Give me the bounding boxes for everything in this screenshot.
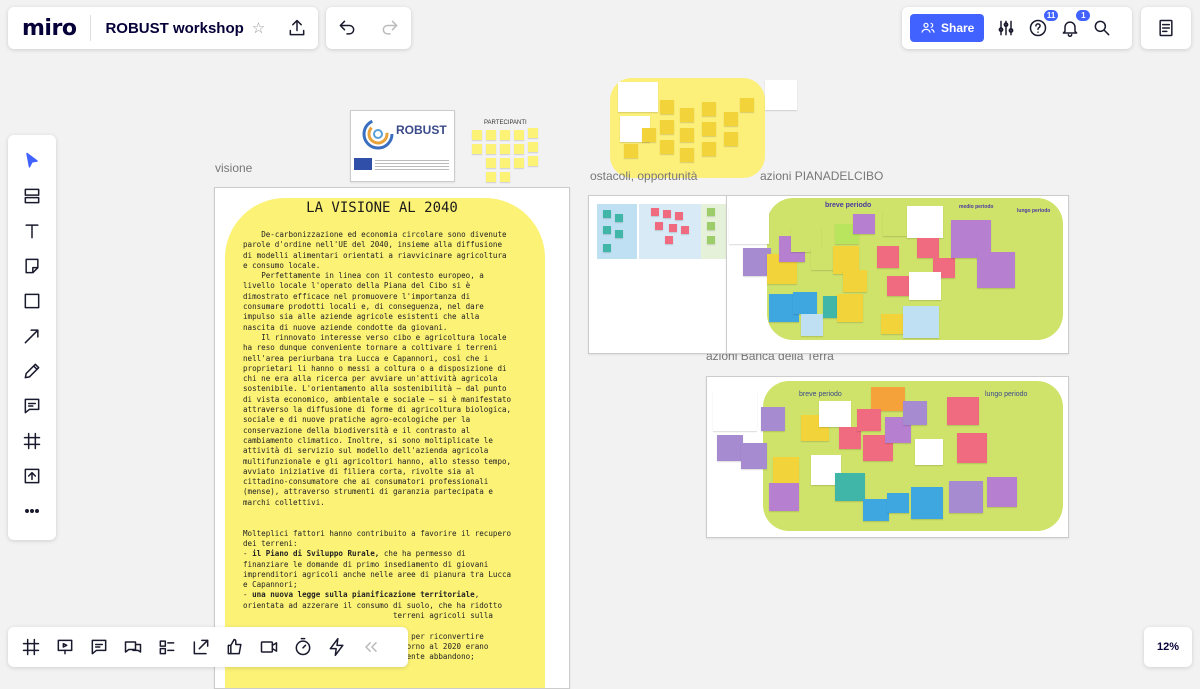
- more-tools-button[interactable]: [16, 495, 48, 527]
- sliders-icon: [998, 20, 1014, 36]
- people-icon: [921, 22, 935, 33]
- upload-icon: [289, 19, 305, 36]
- comments-button[interactable]: [82, 631, 116, 663]
- document-icon: [1159, 19, 1173, 37]
- divider: [90, 15, 92, 41]
- square-icon: [24, 293, 40, 309]
- text-icon: [25, 224, 39, 239]
- lightning-icon: [329, 637, 344, 657]
- comment-icon: [24, 398, 40, 414]
- presentation-button[interactable]: [48, 631, 82, 663]
- text-tool[interactable]: [16, 215, 48, 247]
- more-icon: [25, 509, 39, 513]
- collaboration-panel: Share 11 1: [902, 7, 1132, 49]
- chevrons-left-icon: [365, 642, 377, 652]
- eu-flag-icon: [354, 158, 372, 170]
- timer-button[interactable]: [286, 631, 320, 663]
- white-note[interactable]: [765, 80, 797, 110]
- creation-toolbar: [8, 135, 56, 540]
- question-icon: [1030, 19, 1047, 37]
- card-icon: [159, 640, 175, 655]
- banca-breve-periodo: breve periodo: [799, 391, 842, 398]
- templates-icon: [24, 188, 40, 204]
- shape-tool[interactable]: [16, 285, 48, 317]
- banca-frame[interactable]: breve periodo lungo periodo: [706, 376, 1069, 538]
- voting-button[interactable]: [218, 631, 252, 663]
- redo-button[interactable]: [374, 12, 406, 44]
- pdc-breve-periodo: breve periodo: [825, 202, 872, 209]
- search-icon: [1094, 20, 1110, 36]
- arrow-icon: [24, 329, 39, 344]
- redo-icon: [382, 20, 398, 35]
- banca-lungo-periodo: lungo periodo: [985, 391, 1028, 398]
- pen-tool[interactable]: [16, 355, 48, 387]
- cursor-icon: [26, 152, 38, 168]
- presentation-icon: [57, 639, 73, 655]
- share-button[interactable]: Share: [910, 14, 985, 42]
- undo-button[interactable]: [331, 12, 363, 44]
- video-button[interactable]: [252, 631, 286, 663]
- star-icon[interactable]: ☆: [252, 19, 265, 37]
- collapse-toolbar-button[interactable]: [354, 631, 388, 663]
- cards-button[interactable]: [150, 631, 184, 663]
- notes-panel: [1141, 7, 1191, 49]
- help-button[interactable]: 11: [1022, 10, 1059, 44]
- export-button[interactable]: [281, 12, 313, 44]
- ostacoli-frame[interactable]: [588, 195, 748, 354]
- pianadelcibo-frame[interactable]: breve periodo medio periodo lungo period…: [726, 195, 1069, 354]
- label-azioni-pianadelcibo: azioni PIANADELCIBO: [760, 169, 884, 183]
- robust-logo-card[interactable]: ROBUST: [350, 110, 455, 182]
- bell-icon: [1062, 21, 1078, 38]
- frame-tool[interactable]: [16, 425, 48, 457]
- comment-tool[interactable]: [16, 390, 48, 422]
- vision-title: LA VISIONE AL 2040: [306, 200, 458, 216]
- sticky-note-tool[interactable]: [16, 250, 48, 282]
- pen-icon: [24, 363, 40, 379]
- share-screen-button[interactable]: [184, 631, 218, 663]
- frame-icon: [23, 432, 41, 450]
- share-label: Share: [941, 21, 975, 35]
- eu-disclaimer-text: [375, 158, 449, 172]
- vision-text: De-carbonizzazione ed economia circolare…: [243, 230, 512, 662]
- undo-redo-panel: [326, 7, 411, 49]
- upload-icon: [24, 468, 40, 484]
- comment-icon: [91, 639, 107, 655]
- undo-icon: [339, 20, 355, 35]
- zoom-level: 12%: [1156, 641, 1180, 653]
- notifications-badge: 1: [1076, 10, 1091, 21]
- pdc-lungo-periodo: lungo periodo: [1017, 208, 1051, 214]
- upload-tool[interactable]: [16, 460, 48, 492]
- frame-icon: [22, 638, 40, 656]
- vision-frame[interactable]: LA VISIONE AL 2040 De-carbonizzazione ed…: [214, 187, 570, 689]
- settings-button[interactable]: [990, 12, 1022, 44]
- templates-tool[interactable]: [16, 180, 48, 212]
- zoom-indicator[interactable]: 12%: [1144, 627, 1192, 667]
- frames-button[interactable]: [14, 631, 48, 663]
- label-visione: visione: [215, 161, 253, 175]
- sticky-note-icon: [25, 258, 39, 274]
- robust-logo-icon: [362, 118, 394, 150]
- top-sticky-cluster[interactable]: [610, 78, 765, 178]
- chat-button[interactable]: [116, 631, 150, 663]
- apps-button[interactable]: [320, 631, 354, 663]
- search-button[interactable]: [1086, 12, 1118, 44]
- bottom-toolbar: [8, 627, 408, 667]
- video-icon: [260, 641, 278, 653]
- notifications-button[interactable]: 1: [1054, 10, 1091, 44]
- chat-icon: [124, 641, 142, 653]
- label-ostacoli: ostacoli, opportunità: [590, 169, 698, 183]
- board-header: miro ROBUST workshop ☆: [8, 7, 318, 49]
- thumbs-up-icon: [227, 638, 242, 655]
- board-title[interactable]: ROBUST workshop: [105, 20, 243, 37]
- pdc-medio-periodo: medio periodo: [959, 204, 994, 210]
- robust-logo-text: ROBUST: [396, 123, 447, 137]
- notes-button[interactable]: [1150, 12, 1182, 44]
- miro-logo[interactable]: miro: [22, 16, 77, 41]
- external-icon: [193, 639, 209, 655]
- timer-icon: [295, 637, 311, 656]
- partecipanti-stickies[interactable]: [470, 126, 540, 188]
- select-tool[interactable]: [16, 145, 48, 177]
- connection-tool[interactable]: [16, 320, 48, 352]
